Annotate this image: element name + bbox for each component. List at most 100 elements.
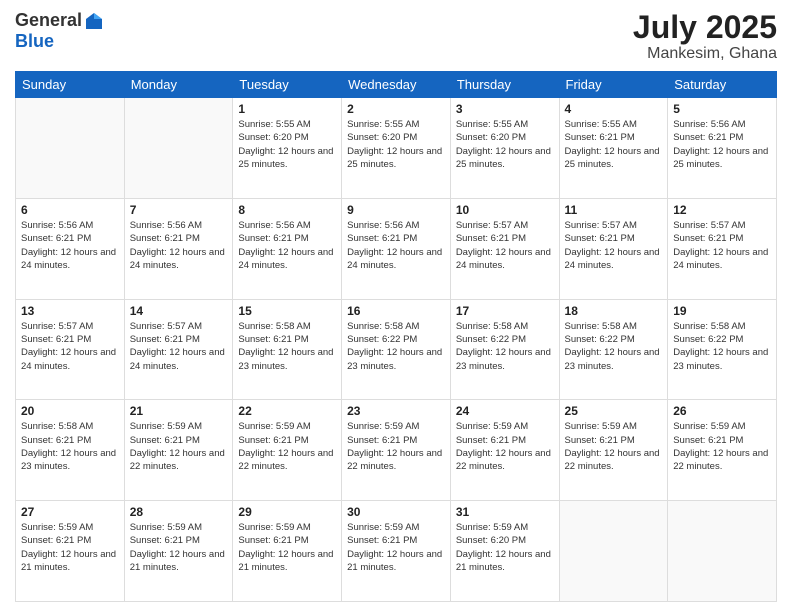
calendar-cell: 2 Sunrise: 5:55 AM Sunset: 6:20 PM Daylig… [342, 98, 451, 199]
calendar-cell [559, 501, 668, 602]
calendar-cell: 12 Sunrise: 5:57 AM Sunset: 6:21 PM Dayli… [668, 198, 777, 299]
calendar-cell: 5 Sunrise: 5:56 AM Sunset: 6:21 PM Daylig… [668, 98, 777, 199]
calendar-cell: 10 Sunrise: 5:57 AM Sunset: 6:21 PM Dayli… [450, 198, 559, 299]
calendar-cell: 16 Sunrise: 5:58 AM Sunset: 6:22 PM Dayli… [342, 299, 451, 400]
day-info: Sunrise: 5:57 AM Sunset: 6:21 PM Dayligh… [130, 320, 228, 373]
calendar-cell: 30 Sunrise: 5:59 AM Sunset: 6:21 PM Dayli… [342, 501, 451, 602]
day-number: 4 [565, 102, 663, 116]
day-info: Sunrise: 5:59 AM Sunset: 6:21 PM Dayligh… [456, 420, 554, 473]
day-number: 2 [347, 102, 445, 116]
calendar-cell: 21 Sunrise: 5:59 AM Sunset: 6:21 PM Dayli… [124, 400, 233, 501]
logo-blue: Blue [15, 31, 54, 52]
calendar-cell: 9 Sunrise: 5:56 AM Sunset: 6:21 PM Daylig… [342, 198, 451, 299]
day-info: Sunrise: 5:55 AM Sunset: 6:21 PM Dayligh… [565, 118, 663, 171]
calendar-cell [124, 98, 233, 199]
week-row-2: 13 Sunrise: 5:57 AM Sunset: 6:21 PM Dayli… [16, 299, 777, 400]
day-info: Sunrise: 5:57 AM Sunset: 6:21 PM Dayligh… [456, 219, 554, 272]
calendar-cell: 24 Sunrise: 5:59 AM Sunset: 6:21 PM Dayli… [450, 400, 559, 501]
day-number: 16 [347, 304, 445, 318]
day-info: Sunrise: 5:55 AM Sunset: 6:20 PM Dayligh… [238, 118, 336, 171]
day-number: 23 [347, 404, 445, 418]
day-info: Sunrise: 5:56 AM Sunset: 6:21 PM Dayligh… [347, 219, 445, 272]
day-number: 22 [238, 404, 336, 418]
header-wednesday: Wednesday [342, 72, 451, 98]
calendar-cell: 8Sunrise: 5:56 AM Sunset: 6:21 PM Daylig… [233, 198, 342, 299]
header-thursday: Thursday [450, 72, 559, 98]
day-info: Sunrise: 5:59 AM Sunset: 6:21 PM Dayligh… [130, 521, 228, 574]
day-number: 25 [565, 404, 663, 418]
calendar-cell [668, 501, 777, 602]
day-info: Sunrise: 5:59 AM Sunset: 6:21 PM Dayligh… [238, 420, 336, 473]
day-info: Sunrise: 5:56 AM Sunset: 6:21 PM Dayligh… [673, 118, 771, 171]
day-info: Sunrise: 5:58 AM Sunset: 6:22 PM Dayligh… [347, 320, 445, 373]
header-friday: Friday [559, 72, 668, 98]
calendar-cell: 14 Sunrise: 5:57 AM Sunset: 6:21 PM Dayli… [124, 299, 233, 400]
month-year: July 2025 [633, 10, 777, 45]
day-number: 9 [347, 203, 445, 217]
day-info: Sunrise: 5:56 AM Sunset: 6:21 PM Dayligh… [130, 219, 228, 272]
header-monday: Monday [124, 72, 233, 98]
day-info: Sunrise: 5:59 AM Sunset: 6:21 PM Dayligh… [238, 521, 336, 574]
header-saturday: Saturday [668, 72, 777, 98]
day-info: Sunrise: 5:55 AM Sunset: 6:20 PM Dayligh… [456, 118, 554, 171]
week-row-1: 6 Sunrise: 5:56 AM Sunset: 6:21 PM Daylig… [16, 198, 777, 299]
logo-text: General [15, 10, 104, 31]
day-info: Sunrise: 5:59 AM Sunset: 6:21 PM Dayligh… [565, 420, 663, 473]
week-row-3: 20Sunrise: 5:58 AM Sunset: 6:21 PM Dayli… [16, 400, 777, 501]
day-number: 26 [673, 404, 771, 418]
day-info: Sunrise: 5:59 AM Sunset: 6:21 PM Dayligh… [673, 420, 771, 473]
calendar-cell: 15 Sunrise: 5:58 AM Sunset: 6:21 PM Dayli… [233, 299, 342, 400]
calendar-cell: 23 Sunrise: 5:59 AM Sunset: 6:21 PM Dayli… [342, 400, 451, 501]
day-number: 14 [130, 304, 228, 318]
day-number: 13 [21, 304, 119, 318]
day-number: 12 [673, 203, 771, 217]
day-number: 10 [456, 203, 554, 217]
logo-general: General [15, 10, 82, 31]
day-info: Sunrise: 5:56 AM Sunset: 6:21 PM Dayligh… [21, 219, 119, 272]
day-number: 27 [21, 505, 119, 519]
day-number: 3 [456, 102, 554, 116]
day-info: Sunrise: 5:56 AM Sunset: 6:21 PM Dayligh… [238, 219, 336, 272]
day-info: Sunrise: 5:59 AM Sunset: 6:21 PM Dayligh… [130, 420, 228, 473]
day-info: Sunrise: 5:58 AM Sunset: 6:22 PM Dayligh… [673, 320, 771, 373]
day-info: Sunrise: 5:57 AM Sunset: 6:21 PM Dayligh… [673, 219, 771, 272]
logo-icon [84, 11, 104, 31]
calendar-cell [16, 98, 125, 199]
title-area: July 2025 Mankesim, Ghana [633, 10, 777, 63]
calendar-cell: 28 Sunrise: 5:59 AM Sunset: 6:21 PM Dayli… [124, 501, 233, 602]
calendar-cell: 13 Sunrise: 5:57 AM Sunset: 6:21 PM Dayli… [16, 299, 125, 400]
day-number: 1 [238, 102, 336, 116]
week-row-4: 27 Sunrise: 5:59 AM Sunset: 6:21 PM Dayli… [16, 501, 777, 602]
day-number: 15 [238, 304, 336, 318]
day-headers: Sunday Monday Tuesday Wednesday Thursday… [16, 72, 777, 98]
calendar-cell: 7 Sunrise: 5:56 AM Sunset: 6:21 PM Daylig… [124, 198, 233, 299]
calendar-cell: 26 Sunrise: 5:59 AM Sunset: 6:21 PM Dayli… [668, 400, 777, 501]
day-number: 28 [130, 505, 228, 519]
day-info: Sunrise: 5:57 AM Sunset: 6:21 PM Dayligh… [21, 320, 119, 373]
calendar-cell: 4 Sunrise: 5:55 AM Sunset: 6:21 PM Daylig… [559, 98, 668, 199]
logo: General Blue [15, 10, 104, 52]
day-number: 5 [673, 102, 771, 116]
day-number: 30 [347, 505, 445, 519]
day-number: 21 [130, 404, 228, 418]
day-info: Sunrise: 5:55 AM Sunset: 6:20 PM Dayligh… [347, 118, 445, 171]
day-info: Sunrise: 5:58 AM Sunset: 6:22 PM Dayligh… [456, 320, 554, 373]
day-number: 20 [21, 404, 119, 418]
day-number: 24 [456, 404, 554, 418]
calendar-cell: 6 Sunrise: 5:56 AM Sunset: 6:21 PM Daylig… [16, 198, 125, 299]
day-info: Sunrise: 5:57 AM Sunset: 6:21 PM Dayligh… [565, 219, 663, 272]
day-info: Sunrise: 5:59 AM Sunset: 6:21 PM Dayligh… [347, 521, 445, 574]
day-number: 19 [673, 304, 771, 318]
calendar-cell: 25 Sunrise: 5:59 AM Sunset: 6:21 PM Dayli… [559, 400, 668, 501]
calendar-cell: 11Sunrise: 5:57 AM Sunset: 6:21 PM Dayli… [559, 198, 668, 299]
calendar-cell: 17Sunrise: 5:58 AM Sunset: 6:22 PM Dayli… [450, 299, 559, 400]
day-number: 18 [565, 304, 663, 318]
day-info: Sunrise: 5:58 AM Sunset: 6:21 PM Dayligh… [238, 320, 336, 373]
calendar-cell: 31Sunrise: 5:59 AM Sunset: 6:20 PM Dayli… [450, 501, 559, 602]
week-row-0: 1 Sunrise: 5:55 AM Sunset: 6:20 PM Daylig… [16, 98, 777, 199]
day-number: 7 [130, 203, 228, 217]
day-number: 6 [21, 203, 119, 217]
day-info: Sunrise: 5:59 AM Sunset: 6:21 PM Dayligh… [347, 420, 445, 473]
day-info: Sunrise: 5:59 AM Sunset: 6:21 PM Dayligh… [21, 521, 119, 574]
calendar-cell: 18Sunrise: 5:58 AM Sunset: 6:22 PM Dayli… [559, 299, 668, 400]
